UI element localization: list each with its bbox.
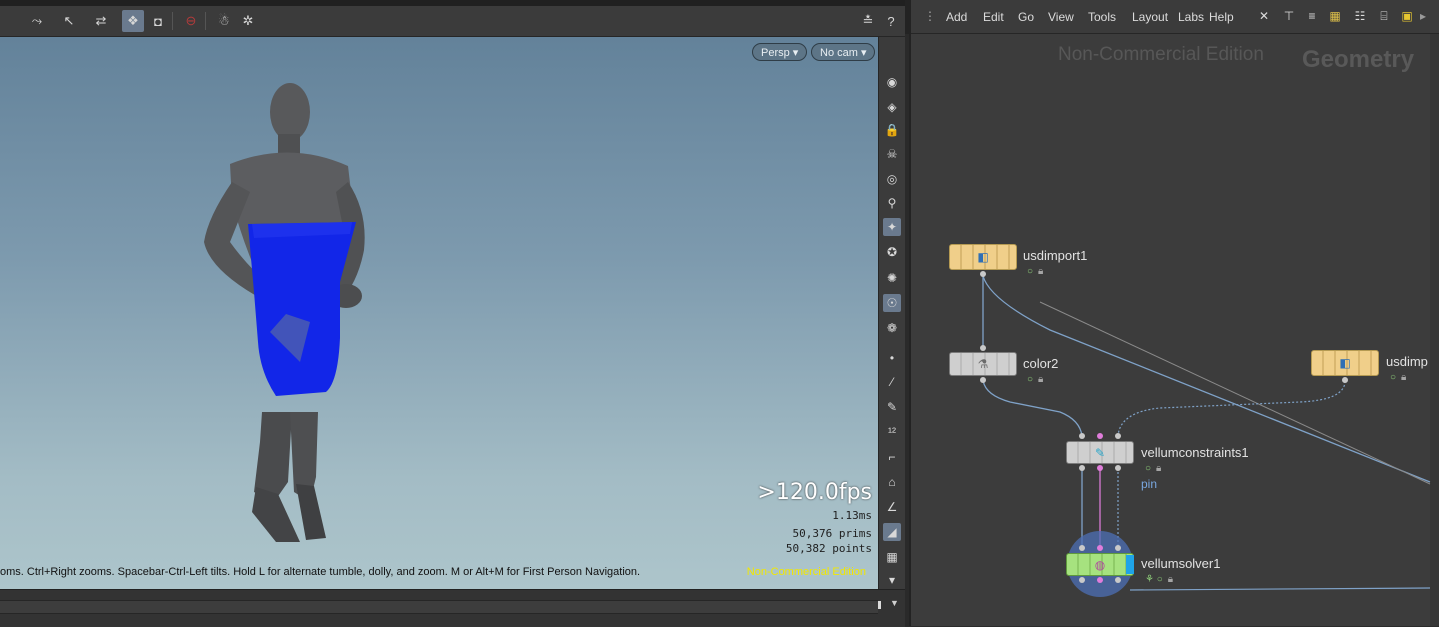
render-icon[interactable]: ☃ [213,10,235,32]
output-connector[interactable] [1115,465,1121,471]
model-head [270,83,310,141]
lights-icon[interactable]: ✪ [883,243,901,261]
node-label-color2: color2 [1023,356,1059,371]
transform-tool-icon[interactable]: ⇄ [90,10,112,32]
output-connector[interactable] [1079,465,1085,471]
3d-viewport[interactable]: Persp ▾ No cam ▾ >120.0fps 1.13ms 50,376… [0,37,878,589]
visualize-icon[interactable]: ◢ [883,523,901,541]
node-label-vellumconstraints1: vellumconstraints1 [1141,445,1249,460]
display-flag[interactable] [1126,555,1134,574]
scroll-down-icon[interactable]: ▾ [883,571,901,589]
node-flags: ○ 🔒︎ [1145,463,1162,474]
usd-import-icon: ◧ [1339,356,1351,370]
wire-usdimport2-constraints [1117,380,1346,437]
input-connector[interactable] [980,345,986,351]
input-connector[interactable] [1079,545,1085,551]
fps-readout: >120.0fps [757,480,872,505]
output-connector[interactable] [1079,577,1085,583]
wire-color-constraints [982,379,1083,437]
input-connector[interactable] [1115,433,1121,439]
wire-solver-out [1129,587,1431,591]
solver-icon: ◍ [1094,557,1106,572]
lock-icon: 🔒︎ [1038,266,1044,277]
output-connector[interactable] [1097,577,1103,583]
node-usdimport2[interactable]: ◧ [1311,350,1379,376]
input-connector[interactable] [1079,433,1085,439]
lock-icon: 🔒︎ [1401,372,1407,383]
output-connector[interactable] [1097,465,1103,471]
help-icon[interactable]: ? [880,10,902,32]
network-left-edge [905,34,909,626]
settings-gear-icon[interactable]: ✲ [237,10,259,32]
node-flags: ⚘ ○ 🔒︎ [1145,574,1174,585]
toolbar-divider [172,12,173,30]
navigation-hint: oms. Ctrl+Right zooms. Spacebar-Ctrl-Lef… [0,566,641,578]
move-tool-icon[interactable]: ↖ [58,10,80,32]
pen-icon[interactable]: ✎ [883,398,901,416]
node-label-usdimport1: usdimport1 [1023,248,1088,263]
vellum-cloth [248,222,356,396]
material-icon[interactable]: ✺ [883,269,901,287]
display-options-icon[interactable]: ≛ [857,10,879,32]
snapping-icon[interactable]: ❖ [122,10,144,32]
light-icon[interactable]: ⚲ [883,194,901,212]
checker-icon[interactable]: ▦ [883,548,901,566]
viewport-toolbar: ⤳ ↖ ⇄ ❖ ◘ ⊖ ☃ ✲ ≛ ? [0,6,905,37]
output-connector[interactable] [1115,577,1121,583]
node-flags: ○ 🔒︎ [1027,266,1044,277]
input-connector[interactable] [1097,433,1103,439]
stop-icon[interactable]: ⊖ [180,10,202,32]
output-connector[interactable] [980,271,986,277]
lock-icon[interactable]: 🔒 [883,121,901,139]
edition-watermark: Non-Commercial Edition [746,566,866,578]
character-model [204,83,365,542]
node-flags: ○ 🔒︎ [1027,374,1044,385]
camera-icon[interactable]: ☉ [883,294,901,312]
node-flags: ○ 🔒︎ [1390,372,1407,383]
lock-icon: 🔒︎ [1156,463,1162,474]
toolbar-divider [205,12,206,30]
frame-time-readout: 1.13ms [832,509,872,522]
angle-icon[interactable]: ∠ [883,498,901,516]
ghost-icon[interactable]: ☠ [883,145,901,163]
node-label-vellumsolver1: vellumsolver1 [1141,556,1221,571]
number-12-icon[interactable]: ¹² [883,423,901,441]
paint-fill-icon[interactable]: ⌂ [883,473,901,491]
visibility-icon[interactable]: ◈ [883,98,901,116]
paint-icon[interactable]: ⌐ [883,448,901,466]
color-bottle-icon: ⚗ [977,357,989,371]
eye-icon[interactable]: ◉ [883,73,901,91]
node-label-usdimport2: usdimp [1386,354,1428,369]
camera-menu-button[interactable]: No cam ▾ [811,43,876,61]
shading-icon[interactable]: ◎ [883,170,901,188]
prims-count: 50,376 prims [792,527,872,540]
model-left-foot [252,487,300,542]
output-connector[interactable] [980,377,986,383]
timeline-scrollbar[interactable] [0,600,878,614]
lock-icon: 🔒︎ [1038,374,1044,385]
display-options-icon[interactable]: ❁ [883,319,901,337]
node-vellumconstraints1[interactable]: ✎ [1066,441,1134,464]
chevron-down-icon[interactable]: ▼ [890,598,899,608]
node-comment-tag: pin [1141,477,1158,491]
model-right-foot [296,484,326,540]
points-count: 50,382 points [785,542,872,555]
node-wires [982,275,1431,597]
constraint-pin-icon: ✎ [1094,445,1106,460]
point-icon[interactable]: • [883,349,901,367]
usd-import-icon: ◧ [977,250,989,264]
input-connector[interactable] [1097,545,1103,551]
node-vellumsolver1[interactable]: ◍ [1066,553,1134,576]
brush-icon[interactable]: ⁄ [883,373,901,391]
display-sidebar: ◉ ◈ 🔒 ☠ ◎ ⚲ ✦ ✪ ✺ ☉ ❁ • ⁄ ✎ ¹² ⌐ ⌂ ∠ ◢ ▦ ▾ [878,37,906,589]
node-color2[interactable]: ⚗ [949,352,1017,376]
select-mode-icon[interactable]: ⤳ [26,10,48,32]
headlight-icon[interactable]: ✦ [883,218,901,236]
lock-icon: 🔒︎ [1167,574,1174,585]
perspective-menu-button[interactable]: Persp ▾ [752,43,808,61]
input-connector[interactable] [1115,545,1121,551]
secure-selection-icon[interactable]: ◘ [147,10,169,32]
output-connector[interactable] [1342,377,1348,383]
node-usdimport1[interactable]: ◧ [949,244,1017,270]
